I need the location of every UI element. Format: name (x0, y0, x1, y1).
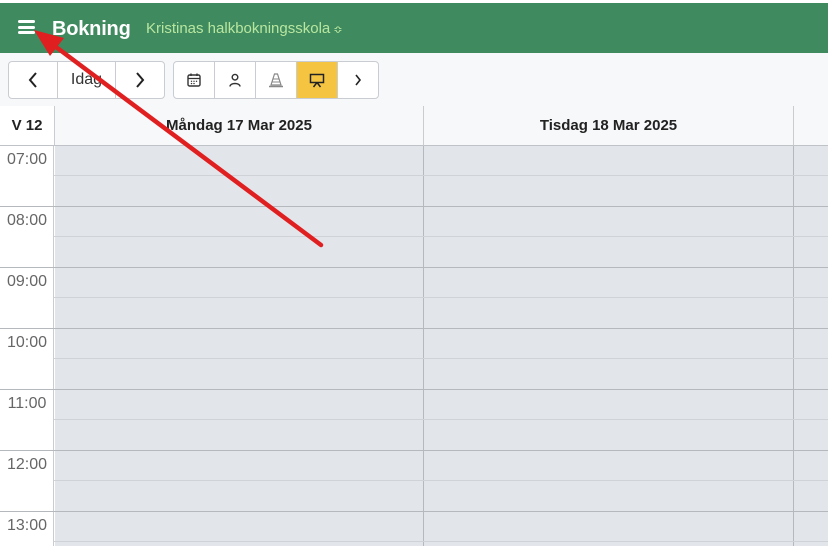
time-label: 11:00 (7, 395, 47, 412)
presentation-view-button[interactable] (297, 62, 338, 98)
day-header-next (794, 106, 828, 146)
half-hour-line (54, 419, 828, 420)
cone-icon (269, 72, 283, 87)
day-header-monday[interactable]: Måndag 17 Mar 2025 (55, 106, 424, 146)
today-button[interactable]: Idag (58, 62, 116, 98)
half-hour-line (54, 236, 828, 237)
calendar-icon (187, 73, 201, 87)
date-nav-group: Idag (8, 61, 165, 99)
chevron-right-icon (355, 74, 362, 86)
hour-line (0, 267, 828, 268)
view-switch-group (173, 61, 379, 99)
hamburger-menu-icon[interactable] (18, 20, 35, 34)
hour-line (0, 328, 828, 329)
toolbar: Idag (0, 53, 828, 106)
time-label: 09:00 (6, 273, 48, 290)
week-number: V 12 (0, 106, 55, 146)
half-hour-line (54, 297, 828, 298)
time-label: 07:00 (6, 151, 48, 168)
time-label: 08:00 (6, 212, 48, 229)
day-header-tuesday[interactable]: Tisdag 18 Mar 2025 (424, 106, 794, 146)
top-bar: Bokning Kristinas halkbokningsskola ≎ (0, 3, 828, 53)
half-hour-line (54, 175, 828, 176)
hour-line (0, 450, 828, 451)
school-name: Kristinas halkbokningsskola (146, 20, 331, 37)
person-icon (229, 73, 241, 87)
hour-line (0, 206, 828, 207)
next-button[interactable] (116, 62, 164, 98)
time-label: 13:00 (6, 517, 48, 534)
person-view-button[interactable] (215, 62, 256, 98)
chevron-right-icon (136, 72, 145, 88)
half-hour-line (54, 358, 828, 359)
presentation-icon (309, 73, 325, 87)
calendar-view-button[interactable] (174, 62, 215, 98)
app-title: Bokning (52, 18, 131, 40)
half-hour-line (54, 480, 828, 481)
chevron-left-icon (28, 72, 37, 88)
cone-view-button[interactable] (256, 62, 297, 98)
prev-button[interactable] (9, 62, 58, 98)
calendar-grid: V 12 Måndag 17 Mar 2025 Tisdag 18 Mar 20… (0, 106, 828, 546)
time-label: 12:00 (6, 456, 48, 473)
time-label: 10:00 (6, 334, 48, 351)
chevron-updown-icon: ≎ (333, 24, 343, 36)
school-selector[interactable]: Kristinas halkbokningsskola ≎ (146, 20, 342, 37)
more-views-button[interactable] (338, 62, 378, 98)
hour-line (0, 389, 828, 390)
hour-line (0, 511, 828, 512)
half-hour-line (54, 541, 828, 542)
